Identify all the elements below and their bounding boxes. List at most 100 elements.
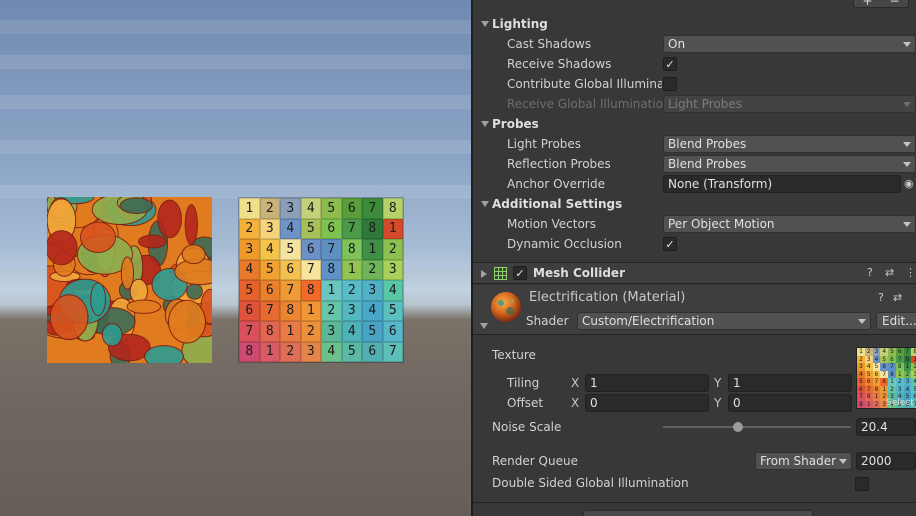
light-probes-dropdown[interactable]: Blend Probes [663, 135, 916, 153]
grid-cell: 6 [341, 198, 362, 219]
offset-y-field[interactable]: 0 [728, 394, 852, 412]
render-queue-field[interactable]: 2000 [856, 452, 916, 470]
light-probes-row: Light Probes Blend Probes [473, 134, 916, 154]
tiling-y-field[interactable]: 1 [728, 374, 852, 392]
grid-cell: 8 [239, 341, 260, 362]
probes-title: Probes [492, 117, 539, 131]
grid-cell: 3 [362, 280, 383, 301]
presets-icon[interactable]: ⇄ [893, 291, 902, 304]
grid-cell: 3 [321, 321, 342, 342]
offset-y-value: 0 [733, 396, 741, 410]
additional-settings-title: Additional Settings [492, 197, 623, 211]
grid-cell: 6 [382, 321, 403, 342]
grid-cell: 8 [362, 218, 383, 239]
section-divider [473, 502, 916, 503]
sky-cloud-band [0, 95, 471, 109]
grid-cell: 7 [259, 300, 280, 321]
grid-cell: 7 [239, 321, 260, 342]
grid-cell: 8 [321, 259, 342, 280]
motion-vectors-value: Per Object Motion [668, 217, 775, 231]
probes-section-header[interactable]: Probes [473, 114, 916, 134]
noise-scale-row: Noise Scale 20.4 [473, 417, 916, 437]
noise-texture-render [47, 197, 212, 363]
reflection-probes-dropdown[interactable]: Blend Probes [663, 155, 916, 173]
tiling-x-field[interactable]: 1 [585, 374, 709, 392]
grid-cell: 2 [239, 218, 260, 239]
grid-cell: 4 [341, 321, 362, 342]
grid-cell: 4 [239, 259, 260, 280]
mesh-collider-enabled-checkbox[interactable]: ✓ [513, 266, 527, 280]
foldout-open-icon[interactable] [480, 323, 488, 329]
shader-dropdown[interactable]: Custom/Electrification [577, 312, 871, 330]
receive-gi-label: Receive Global Illumination [507, 97, 671, 111]
grid-cell: 7 [362, 198, 383, 219]
anchor-override-field[interactable]: None (Transform) [663, 175, 901, 193]
lighting-title: Lighting [492, 17, 548, 31]
tiling-x-label: X [571, 376, 580, 390]
grid-cell: 7 [895, 355, 904, 363]
scene-view[interactable]: 1234567823456781345678124567812356781234… [0, 0, 471, 516]
presets-icon[interactable]: ⇄ [885, 266, 894, 279]
render-queue-label: Render Queue [492, 454, 578, 468]
offset-row: Offset X 0 Y 0 [473, 393, 916, 413]
noise-scale-slider-track[interactable] [663, 426, 851, 428]
grid-cell: 1 [911, 355, 916, 363]
grid-cell: 3 [341, 300, 362, 321]
material-preview-sphere-icon[interactable] [490, 291, 522, 323]
cast-shadows-dropdown[interactable]: On [663, 35, 916, 53]
grid-cell: 6 [280, 259, 301, 280]
double-sided-gi-checkbox[interactable] [855, 477, 869, 491]
grid-cell: 8 [895, 363, 904, 371]
foldout-open-icon[interactable] [481, 201, 489, 207]
mesh-collider-icon [494, 267, 507, 280]
mesh-collider-header[interactable]: ✓ Mesh Collider ? ⇄ ⋮ [473, 262, 916, 284]
grid-cell: 2 [300, 321, 321, 342]
grid-cell: 2 [911, 363, 916, 371]
grid-cell: 7 [341, 218, 362, 239]
foldout-open-icon[interactable] [481, 121, 489, 127]
lighting-section-header[interactable]: Lighting [473, 14, 916, 34]
dynamic-occlusion-checkbox[interactable]: ✓ [663, 237, 677, 251]
shader-edit-button[interactable]: Edit... [876, 312, 916, 330]
texture-row: Texture [473, 345, 916, 365]
numbered-grid-quad[interactable]: 1234567823456781345678124567812356781234… [238, 197, 404, 363]
texture-label: Texture [492, 348, 536, 362]
light-probes-value: Blend Probes [668, 137, 747, 151]
foldout-open-icon[interactable] [481, 21, 489, 27]
more-options-icon[interactable]: ⋮ [905, 266, 916, 279]
grid-cell: 5 [880, 355, 888, 363]
grid-cell: 6 [362, 341, 383, 362]
offset-x-field[interactable]: 0 [585, 394, 709, 412]
grid-cell: 8 [382, 198, 403, 219]
receive-shadows-checkbox[interactable]: ✓ [663, 57, 677, 71]
add-component-button[interactable] [583, 510, 813, 516]
object-picker-icon[interactable]: ◉ [904, 177, 914, 190]
contribute-gi-checkbox[interactable] [663, 77, 677, 91]
grid-cell: 7 [321, 239, 342, 260]
dropdown-arrow-icon [903, 222, 911, 227]
grid-cell: 2 [382, 239, 403, 260]
help-icon[interactable]: ? [878, 291, 884, 304]
more-options-icon[interactable]: ⋮ [911, 291, 916, 304]
contribute-gi-label: Contribute Global Illuminatic [507, 77, 662, 91]
offset-x-label: X [571, 396, 580, 410]
add-button[interactable]: + [862, 0, 872, 8]
noise-blob [184, 204, 198, 246]
noise-scale-field[interactable]: 20.4 [856, 418, 916, 436]
grid-cell: 1 [259, 341, 280, 362]
noise-scale-slider-thumb[interactable] [733, 422, 744, 432]
additional-settings-header[interactable]: Additional Settings [473, 194, 916, 214]
noise-blob [47, 230, 78, 266]
receive-gi-row: Receive Global Illumination Light Probes [473, 94, 916, 114]
help-icon[interactable]: ? [867, 266, 873, 279]
remove-button[interactable]: − [889, 0, 899, 8]
grid-cell: 4 [280, 218, 301, 239]
electrification-noise-quad[interactable] [47, 197, 212, 363]
render-queue-row: Render Queue From Shader 2000 [473, 451, 916, 471]
grid-cell: 7 [280, 280, 301, 301]
render-queue-mode-dropdown[interactable]: From Shader [755, 452, 852, 470]
grid-cell: 5 [280, 239, 301, 260]
sky-cloud-band [0, 55, 471, 69]
foldout-closed-icon[interactable] [481, 270, 487, 278]
motion-vectors-dropdown[interactable]: Per Object Motion [663, 215, 916, 233]
